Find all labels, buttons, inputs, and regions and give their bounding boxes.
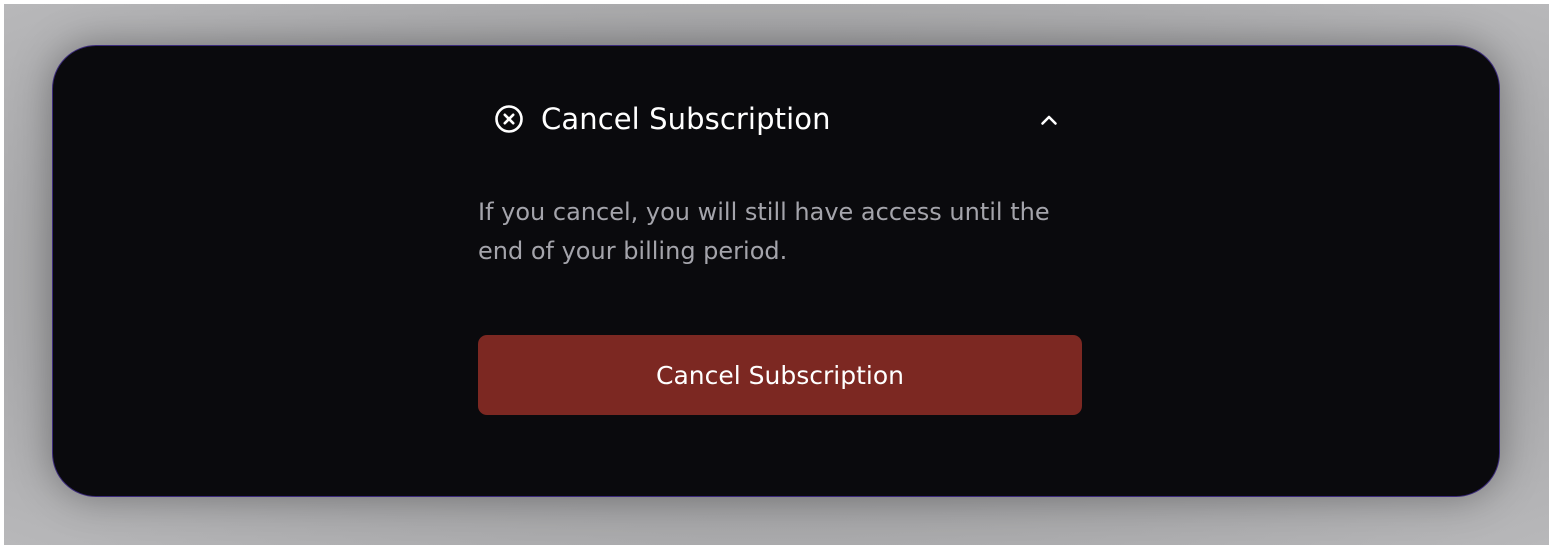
cancel-subscription-button[interactable]: Cancel Subscription [478, 335, 1082, 415]
section-title: Cancel Subscription [541, 102, 831, 136]
x-circle-icon [494, 104, 524, 134]
chevron-up-icon[interactable] [1036, 107, 1062, 133]
cancel-description: If you cancel, you will still have acces… [478, 198, 1050, 265]
section-header[interactable]: Cancel Subscription [494, 100, 1064, 138]
